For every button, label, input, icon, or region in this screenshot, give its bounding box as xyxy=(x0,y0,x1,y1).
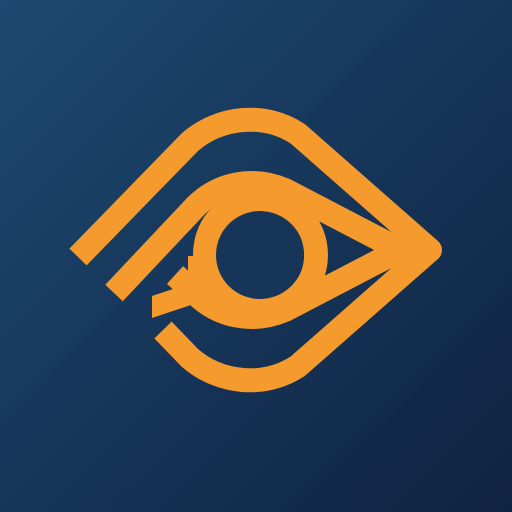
app-icon-canvas xyxy=(0,0,512,512)
eye-logo-icon xyxy=(69,107,442,393)
pupil-center xyxy=(216,211,304,299)
